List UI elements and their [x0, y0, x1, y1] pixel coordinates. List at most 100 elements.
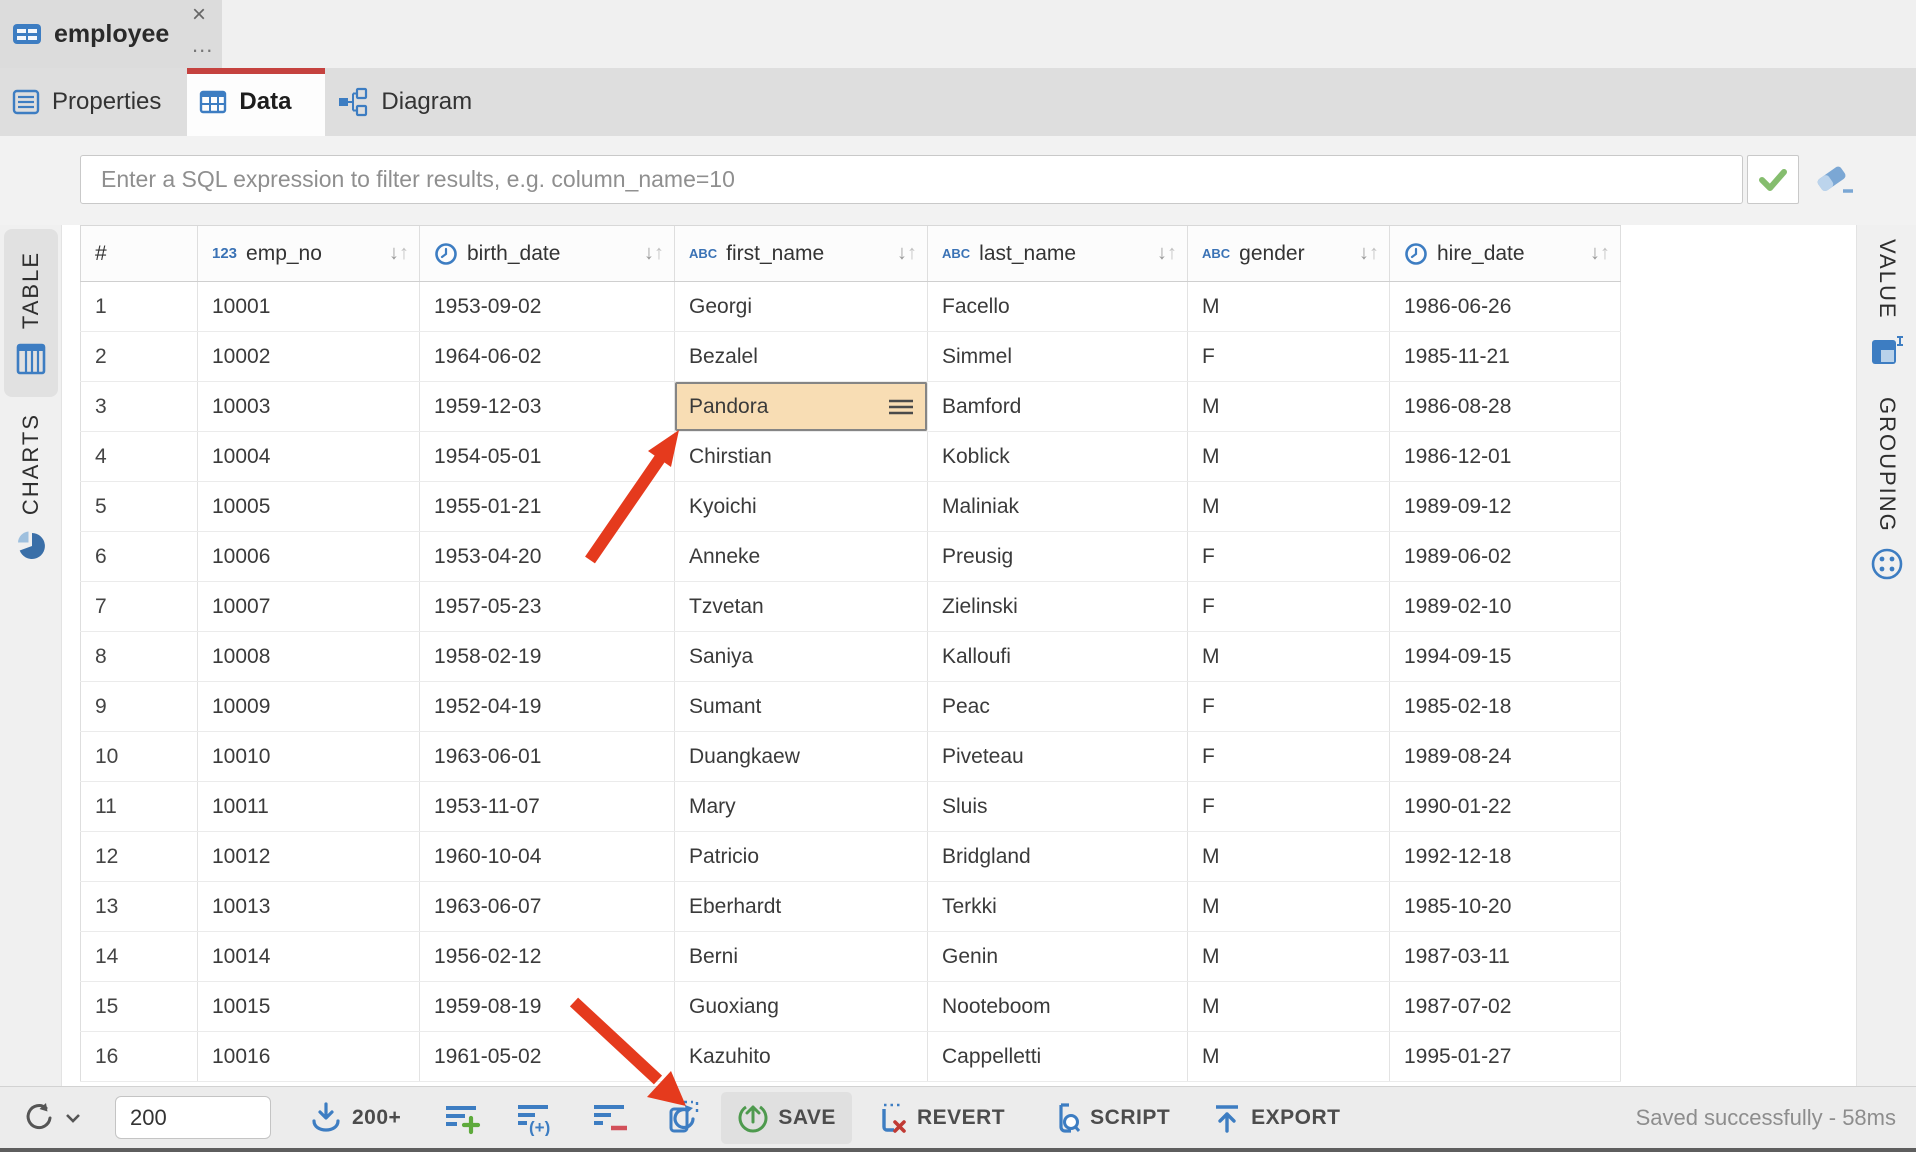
- data-cell[interactable]: Patricio: [675, 832, 928, 881]
- refresh-row-button[interactable]: [663, 1099, 703, 1137]
- data-cell[interactable]: Facello: [928, 282, 1188, 331]
- row-limit-input[interactable]: [115, 1096, 271, 1139]
- tab-properties[interactable]: Properties: [0, 68, 187, 136]
- column-header-emp_no[interactable]: 123emp_no↓↑: [198, 226, 420, 281]
- data-cell[interactable]: 1958-02-19: [420, 632, 675, 681]
- data-cell[interactable]: Preusig: [928, 532, 1188, 581]
- data-cell[interactable]: Sumant: [675, 682, 928, 731]
- data-cell[interactable]: 1986-06-26: [1390, 282, 1621, 331]
- row-number-cell[interactable]: 12: [80, 832, 198, 881]
- data-cell[interactable]: 1964-06-02: [420, 332, 675, 381]
- row-number-cell[interactable]: 13: [80, 882, 198, 931]
- apply-filter-button[interactable]: [1747, 155, 1799, 204]
- save-button[interactable]: SAVE: [721, 1092, 852, 1144]
- data-cell[interactable]: 10005: [198, 482, 420, 531]
- data-cell[interactable]: 1985-10-20: [1390, 882, 1621, 931]
- data-cell[interactable]: 10002: [198, 332, 420, 381]
- column-header-gender[interactable]: ABCgender↓↑: [1188, 226, 1390, 281]
- data-cell[interactable]: 10004: [198, 432, 420, 481]
- data-cell[interactable]: Chirstian: [675, 432, 928, 481]
- close-icon[interactable]: ×: [192, 2, 206, 28]
- row-number-cell[interactable]: 16: [80, 1032, 198, 1081]
- data-cell[interactable]: M: [1188, 482, 1390, 531]
- data-cell[interactable]: 1985-11-21: [1390, 332, 1621, 381]
- sort-icon[interactable]: ↓↑: [644, 242, 664, 265]
- data-cell[interactable]: 10012: [198, 832, 420, 881]
- add-row-button[interactable]: [443, 1100, 483, 1136]
- panel-tab-grouping[interactable]: GROUPING: [1860, 397, 1914, 581]
- data-cell[interactable]: 1987-03-11: [1390, 932, 1621, 981]
- data-cell[interactable]: Nooteboom: [928, 982, 1188, 1031]
- data-cell[interactable]: 1963-06-01: [420, 732, 675, 781]
- editor-tab-employee[interactable]: employee × ...: [0, 0, 222, 68]
- data-cell[interactable]: Berni: [675, 932, 928, 981]
- data-cell[interactable]: 1961-05-02: [420, 1032, 675, 1081]
- row-number-cell[interactable]: 8: [80, 632, 198, 681]
- data-cell[interactable]: 10016: [198, 1032, 420, 1081]
- row-number-cell[interactable]: 15: [80, 982, 198, 1031]
- data-cell[interactable]: 1987-07-02: [1390, 982, 1621, 1031]
- data-cell[interactable]: Peac: [928, 682, 1188, 731]
- data-cell[interactable]: M: [1188, 1032, 1390, 1081]
- sort-icon[interactable]: ↓↑: [389, 242, 409, 265]
- data-cell[interactable]: 10008: [198, 632, 420, 681]
- data-cell[interactable]: Terkki: [928, 882, 1188, 931]
- data-cell[interactable]: 1955-01-21: [420, 482, 675, 531]
- row-number-cell[interactable]: 1: [80, 282, 198, 331]
- data-cell[interactable]: M: [1188, 932, 1390, 981]
- script-button[interactable]: SCRIPT: [1037, 1093, 1180, 1143]
- panel-tab-charts[interactable]: CHARTS: [4, 407, 58, 567]
- data-cell[interactable]: Anneke: [675, 532, 928, 581]
- data-cell[interactable]: 1989-08-24: [1390, 732, 1621, 781]
- data-cell[interactable]: 10003: [198, 382, 420, 431]
- data-cell[interactable]: 1994-09-15: [1390, 632, 1621, 681]
- row-number-cell[interactable]: 5: [80, 482, 198, 531]
- data-cell[interactable]: 1990-01-22: [1390, 782, 1621, 831]
- revert-button[interactable]: REVERT: [866, 1093, 1015, 1143]
- data-cell[interactable]: 1952-04-19: [420, 682, 675, 731]
- data-cell[interactable]: M: [1188, 832, 1390, 881]
- tab-diagram[interactable]: Diagram: [325, 68, 498, 136]
- data-cell[interactable]: M: [1188, 882, 1390, 931]
- data-cell[interactable]: 1995-01-27: [1390, 1032, 1621, 1081]
- row-number-cell[interactable]: 7: [80, 582, 198, 631]
- tab-data[interactable]: Data: [187, 68, 325, 136]
- row-number-cell[interactable]: 3: [80, 382, 198, 431]
- data-cell[interactable]: 10011: [198, 782, 420, 831]
- row-number-cell[interactable]: 2: [80, 332, 198, 381]
- data-cell[interactable]: 10014: [198, 932, 420, 981]
- data-cell[interactable]: F: [1188, 582, 1390, 631]
- data-cell[interactable]: Kazuhito: [675, 1032, 928, 1081]
- data-cell[interactable]: 1989-02-10: [1390, 582, 1621, 631]
- data-cell[interactable]: Bridgland: [928, 832, 1188, 881]
- clear-filter-button[interactable]: [1812, 164, 1858, 198]
- data-cell[interactable]: Genin: [928, 932, 1188, 981]
- data-cell[interactable]: 1956-02-12: [420, 932, 675, 981]
- data-cell[interactable]: 1954-05-01: [420, 432, 675, 481]
- row-number-cell[interactable]: 4: [80, 432, 198, 481]
- column-header-first_name[interactable]: ABCfirst_name↓↑: [675, 226, 928, 281]
- data-cell[interactable]: Tzvetan: [675, 582, 928, 631]
- row-number-cell[interactable]: 10: [80, 732, 198, 781]
- data-cell[interactable]: Kalloufi: [928, 632, 1188, 681]
- data-cell[interactable]: M: [1188, 982, 1390, 1031]
- column-header-hire_date[interactable]: hire_date↓↑: [1390, 226, 1621, 281]
- data-cell[interactable]: 1986-08-28: [1390, 382, 1621, 431]
- data-cell[interactable]: 1985-02-18: [1390, 682, 1621, 731]
- data-cell[interactable]: 1959-08-19: [420, 982, 675, 1031]
- data-cell[interactable]: 1960-10-04: [420, 832, 675, 881]
- sort-icon[interactable]: ↓↑: [1157, 242, 1177, 265]
- data-cell[interactable]: F: [1188, 782, 1390, 831]
- data-cell[interactable]: 1989-06-02: [1390, 532, 1621, 581]
- data-cell[interactable]: Guoxiang: [675, 982, 928, 1031]
- more-options-icon[interactable]: ...: [192, 34, 213, 56]
- data-cell[interactable]: 1989-09-12: [1390, 482, 1621, 531]
- data-cell[interactable]: M: [1188, 432, 1390, 481]
- data-cell[interactable]: 10015: [198, 982, 420, 1031]
- data-cell[interactable]: M: [1188, 382, 1390, 431]
- data-cell[interactable]: M: [1188, 632, 1390, 681]
- data-cell[interactable]: 1953-09-02: [420, 282, 675, 331]
- column-header-birth_date[interactable]: birth_date↓↑: [420, 226, 675, 281]
- sort-icon[interactable]: ↓↑: [897, 242, 917, 265]
- data-cell[interactable]: 10001: [198, 282, 420, 331]
